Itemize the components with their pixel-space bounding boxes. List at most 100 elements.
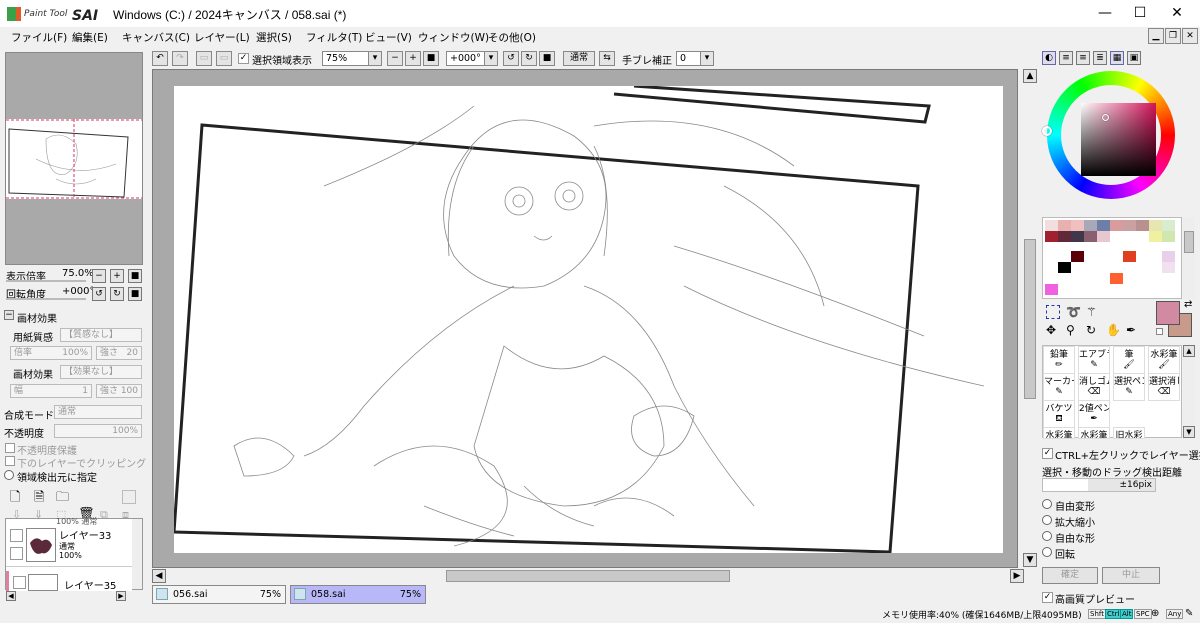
- mdi-restore-icon[interactable]: ❐: [1165, 28, 1181, 44]
- layer-row[interactable]: レイヤー33 通常 100%: [6, 525, 132, 567]
- sv-handle[interactable]: [1102, 114, 1109, 121]
- tab-056[interactable]: 056.sai 75%: [152, 585, 286, 604]
- show-selection-checkbox[interactable]: ✓: [238, 53, 249, 64]
- swatch[interactable]: [1071, 251, 1084, 262]
- swatch[interactable]: [1097, 220, 1110, 231]
- magic-wand-icon[interactable]: ⚚: [1086, 305, 1097, 319]
- color-wheel-mode-icon[interactable]: ◐: [1042, 51, 1056, 65]
- tool-marker[interactable]: マーカー✎: [1043, 373, 1075, 401]
- close-button[interactable]: ✕: [1154, 0, 1200, 27]
- deselect-icon[interactable]: ▭: [196, 51, 212, 66]
- tool-binary-pen[interactable]: 2値ペン ✒: [1078, 400, 1110, 428]
- mdi-minimize-icon[interactable]: ▁: [1148, 28, 1164, 44]
- tool-airbrush[interactable]: エアブラシ✎: [1078, 346, 1110, 374]
- paper-scale[interactable]: 倍率 100%: [10, 346, 92, 360]
- swatch[interactable]: [1058, 231, 1071, 242]
- rotate-right-icon[interactable]: ↻: [110, 287, 124, 301]
- swatch[interactable]: [1162, 220, 1175, 231]
- hue-handle[interactable]: [1042, 126, 1052, 136]
- tool-pencil[interactable]: 鉛筆 ✏: [1043, 346, 1075, 374]
- hsv-slider-mode-icon[interactable]: ≡: [1076, 51, 1090, 65]
- mdi-close-icon[interactable]: ✕: [1182, 28, 1198, 44]
- menu-select[interactable]: 選択(S): [256, 30, 292, 45]
- menu-edit[interactable]: 編集(E): [72, 30, 108, 45]
- swatch[interactable]: [1097, 231, 1110, 242]
- layer-scroll-left-icon[interactable]: ◀: [6, 591, 16, 601]
- rotate-cw-icon[interactable]: ↻: [521, 51, 537, 66]
- swatch[interactable]: [1162, 251, 1175, 262]
- zoom-in-icon[interactable]: +: [405, 51, 421, 66]
- scale-radio[interactable]: [1042, 515, 1052, 525]
- effect-strength[interactable]: 強さ 100: [96, 384, 142, 398]
- tool-select-pen[interactable]: 選択ペン✎: [1113, 373, 1145, 401]
- tool-scrollbar[interactable]: ▲ ▼: [1183, 345, 1195, 438]
- cancel-button[interactable]: 中止: [1102, 567, 1160, 584]
- rotation-dropdown-arrow-icon[interactable]: ▾: [484, 51, 498, 66]
- swatch-scroll-thumb[interactable]: [1184, 231, 1194, 253]
- zoom-dropdown-arrow-icon[interactable]: ▾: [368, 51, 382, 66]
- effect-width[interactable]: 幅1: [10, 384, 92, 398]
- swatch[interactable]: [1058, 262, 1071, 273]
- tool-old-watercolor[interactable]: 旧水彩: [1113, 427, 1145, 439]
- swatch[interactable]: [1136, 220, 1149, 231]
- opacity-slider[interactable]: 100%: [54, 424, 142, 438]
- canvas-document[interactable]: [172, 84, 1003, 554]
- effect-select[interactable]: 【効果なし】: [60, 365, 142, 379]
- layer-mask-icon[interactable]: [122, 490, 136, 504]
- lasso-icon[interactable]: ➰: [1066, 305, 1081, 319]
- lock-checkbox[interactable]: [10, 547, 23, 560]
- ctrl-click-checkbox[interactable]: ✓: [1042, 448, 1053, 459]
- swatch[interactable]: [1084, 220, 1097, 231]
- scroll-up-icon[interactable]: ▲: [1023, 69, 1037, 83]
- menu-other[interactable]: その他(O): [488, 30, 536, 45]
- rotate-reset-icon[interactable]: ■: [539, 51, 555, 66]
- swatch[interactable]: [1110, 220, 1123, 231]
- blend-select[interactable]: 通常: [54, 405, 142, 419]
- zoom-reset-icon[interactable]: ■: [128, 269, 142, 283]
- swatch[interactable]: [1162, 231, 1175, 242]
- free-transform-radio[interactable]: [1042, 499, 1052, 509]
- transparent-color-icon[interactable]: [1156, 328, 1163, 335]
- tool-select-eraser[interactable]: 選択消し⌫: [1148, 373, 1180, 401]
- menu-view[interactable]: ビュー(V): [365, 30, 412, 45]
- swatch[interactable]: [1058, 220, 1071, 231]
- swatch[interactable]: [1045, 284, 1058, 295]
- swatch[interactable]: [1071, 231, 1084, 242]
- confirm-button[interactable]: 確定: [1042, 567, 1098, 584]
- swap-colors-icon[interactable]: ⇄: [1184, 299, 1192, 310]
- vertical-scrollbar[interactable]: ▲ ▼: [1022, 69, 1038, 568]
- zoom-out-icon[interactable]: −: [387, 51, 403, 66]
- horizontal-scroll-thumb[interactable]: [446, 570, 730, 582]
- tab-058[interactable]: 058.sai 75%: [290, 585, 426, 604]
- swatch[interactable]: [1123, 251, 1136, 262]
- hq-preview-checkbox[interactable]: ✓: [1042, 592, 1053, 603]
- swatch[interactable]: [1084, 231, 1097, 242]
- zoom-slider[interactable]: [6, 280, 86, 282]
- rotate-ccw-icon[interactable]: ↺: [503, 51, 519, 66]
- scratchpad-mode-icon[interactable]: ▣: [1127, 51, 1141, 65]
- tool-brush[interactable]: 筆 🖌: [1113, 346, 1145, 374]
- zoom-in-icon[interactable]: +: [110, 269, 124, 283]
- tool-eraser[interactable]: 消しゴム⌫: [1078, 373, 1110, 401]
- move-icon[interactable]: ✥: [1046, 323, 1056, 337]
- rotate-tool-icon[interactable]: ↻: [1086, 323, 1096, 337]
- preserve-opacity-checkbox[interactable]: [5, 443, 15, 453]
- flip-icon[interactable]: ⇆: [599, 51, 615, 66]
- vertical-scroll-thumb[interactable]: [1024, 239, 1036, 399]
- menu-layer[interactable]: レイヤー(L): [194, 30, 250, 45]
- rotate-reset-icon[interactable]: ■: [128, 287, 142, 301]
- new-layer-icon[interactable]: 🗋: [10, 488, 20, 510]
- swatch[interactable]: [1149, 220, 1162, 231]
- swatch[interactable]: [1110, 273, 1123, 284]
- tool-watercolor-3[interactable]: 水彩筆: [1078, 427, 1110, 439]
- hand-icon[interactable]: ✋: [1106, 323, 1121, 337]
- swatch[interactable]: [1071, 220, 1084, 231]
- swatches-mode-icon[interactable]: ▦: [1110, 51, 1124, 65]
- rotate-left-icon[interactable]: ↺: [92, 287, 106, 301]
- paper-strength[interactable]: 強さ 20: [96, 346, 142, 360]
- menu-canvas[interactable]: キャンバス(C): [122, 30, 190, 45]
- collapse-texture-icon[interactable]: −: [4, 310, 14, 320]
- menu-filter[interactable]: フィルタ(T): [306, 30, 362, 45]
- tool-watercolor-2[interactable]: 水彩筆: [1043, 427, 1075, 439]
- undo-icon[interactable]: ↶: [152, 51, 168, 66]
